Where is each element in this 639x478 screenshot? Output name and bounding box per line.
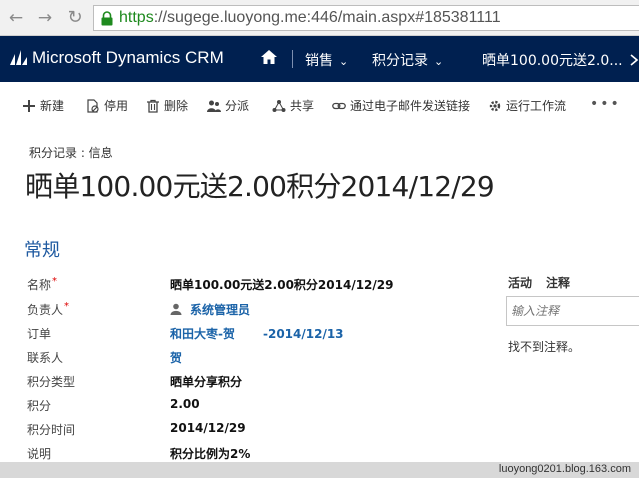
deactivate-button[interactable]: 停用 — [86, 97, 128, 114]
url-scheme: https — [119, 9, 154, 26]
watermark-text: luoyong0201.blog.163.com — [498, 463, 631, 475]
note-input[interactable] — [506, 296, 639, 326]
workflow-icon — [489, 100, 501, 111]
assign-label: 分派 — [225, 99, 250, 113]
field-value-name[interactable]: 晒单100.00元送2.00积分2014/12/29 — [170, 276, 393, 293]
owner-label-text: 负责人 — [27, 303, 64, 317]
assign-button[interactable]: 分派 — [207, 97, 249, 114]
field-value-order[interactable]: 和田大枣-贺 -2014/12/13 — [170, 325, 344, 342]
email-link-button[interactable]: 通过电子邮件发送链接 — [332, 97, 470, 114]
new-button[interactable]: 新建 — [22, 97, 64, 114]
nav-divider — [292, 50, 293, 68]
order-label-text: 订单 — [27, 327, 52, 341]
tab-activities[interactable]: 活动 — [508, 274, 532, 291]
delete-button[interactable]: 删除 — [146, 97, 188, 114]
order-link-part-b[interactable]: -2014/12/13 — [263, 327, 344, 341]
contact-label-text: 联系人 — [27, 351, 64, 365]
field-value-contact[interactable]: 贺 — [170, 349, 182, 366]
field-value-description[interactable]: 积分比例为2% — [170, 445, 250, 462]
forward-arrow-icon[interactable]: → — [35, 8, 55, 28]
run-workflow-button[interactable]: 运行工作流 — [488, 97, 566, 114]
email-link-label: 通过电子邮件发送链接 — [350, 99, 471, 113]
deactivate-label: 停用 — [104, 99, 129, 113]
tab-notes[interactable]: 注释 — [546, 274, 570, 291]
nav-sales-label: 销售 — [305, 53, 333, 69]
nav-sales[interactable]: 销售 ⌄ — [305, 50, 348, 70]
command-bar: 新建 停用 删除 分派 共享 通过电子邮件发送链接 运行工作流 ••• — [0, 82, 639, 128]
field-label-points-time: 积分时间 — [27, 421, 75, 438]
owner-link[interactable]: 系统管理员 — [190, 303, 250, 317]
field-label-order: 订单 — [27, 325, 51, 342]
field-value-points-time[interactable]: 2014/12/29 — [170, 421, 246, 435]
browser-toolbar: ← → ↻ https://sugege.luoyong.me:446/main… — [0, 0, 639, 36]
entity-form-label[interactable]: 积分记录 : 信息 — [29, 144, 113, 161]
url-path: ://sugege.luoyong.me:446/main.aspx#18538… — [153, 9, 501, 26]
deactivate-document-icon — [87, 98, 99, 113]
field-label-name: 名称* — [27, 276, 57, 293]
field-value-owner[interactable]: 系统管理员 — [170, 301, 250, 318]
link-icon — [332, 102, 346, 109]
lock-icon — [101, 11, 113, 26]
field-label-contact: 联系人 — [27, 349, 63, 366]
notes-empty-message: 找不到注释。 — [508, 340, 581, 354]
field-value-points-type[interactable]: 晒单分享积分 — [170, 373, 242, 390]
field-label-description: 说明 — [27, 445, 51, 462]
status-bar: luoyong0201.blog.163.com — [0, 462, 639, 478]
delete-label: 删除 — [164, 99, 189, 113]
desc-label-text: 说明 — [27, 447, 52, 461]
reload-icon[interactable]: ↻ — [65, 8, 85, 28]
chevron-down-icon: ⌄ — [339, 55, 349, 68]
chevron-down-icon: ⌄ — [434, 55, 444, 68]
record-title: 晒单100.00元送2.00积分2014/12/29 — [25, 170, 495, 203]
address-bar[interactable]: https://sugege.luoyong.me:446/main.aspx#… — [93, 5, 639, 31]
nav-current-record[interactable]: 晒单100.00元送2.0... — [482, 50, 623, 70]
field-value-points[interactable]: 2.00 — [170, 397, 200, 411]
name-label-text: 名称 — [27, 278, 52, 292]
dynamics-logo-icon — [10, 50, 27, 65]
share-button[interactable]: 共享 — [272, 97, 314, 114]
trash-icon — [147, 99, 159, 113]
user-icon — [170, 303, 182, 315]
url-text: https://sugege.luoyong.me:446/main.aspx#… — [119, 9, 501, 27]
more-commands-button[interactable]: ••• — [590, 96, 621, 112]
field-label-owner: 负责人* — [27, 301, 69, 318]
nav-points-records[interactable]: 积分记录 ⌄ — [372, 50, 443, 70]
field-label-points: 积分 — [27, 397, 51, 414]
users-icon — [207, 100, 221, 112]
nav-records-label: 积分记录 — [372, 53, 428, 69]
points-label-text: 积分 — [27, 399, 52, 413]
order-link-part-a[interactable]: 和田大枣-贺 — [170, 327, 235, 341]
required-asterisk: * — [52, 276, 58, 287]
share-icon — [272, 99, 286, 112]
new-label: 新建 — [40, 99, 65, 113]
plus-icon — [23, 99, 35, 112]
crm-nav-bar: Microsoft Dynamics CRM 销售 ⌄ 积分记录 ⌄ 晒单100.0… — [0, 36, 639, 82]
required-asterisk: * — [64, 301, 70, 312]
type-label-text: 积分类型 — [27, 375, 76, 389]
home-icon[interactable] — [260, 48, 278, 66]
field-label-points-type: 积分类型 — [27, 373, 75, 390]
share-label: 共享 — [290, 99, 315, 113]
time-label-text: 积分时间 — [27, 423, 76, 437]
chevron-right-icon[interactable] — [629, 54, 639, 66]
nav-current-label: 晒单100.00元送2.0... — [482, 53, 623, 69]
section-title-general: 常规 — [24, 240, 60, 261]
run-workflow-label: 运行工作流 — [506, 99, 567, 113]
back-arrow-icon[interactable]: ← — [6, 8, 26, 28]
app-title[interactable]: Microsoft Dynamics CRM — [32, 48, 224, 68]
